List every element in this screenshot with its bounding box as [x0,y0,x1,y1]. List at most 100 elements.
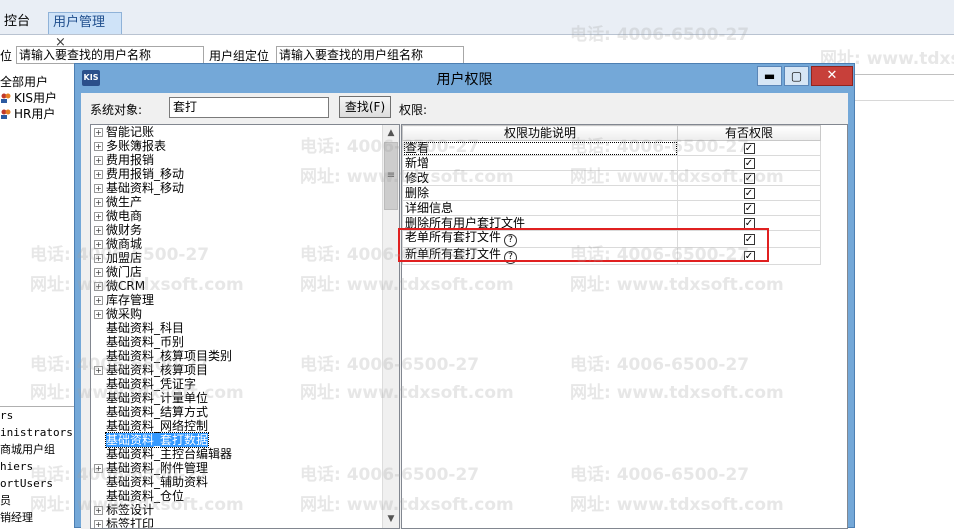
tree-node[interactable]: 基础资料_仓位 [94,489,384,503]
expand-icon[interactable]: + [94,310,103,319]
tab-console-label: 控台 [4,14,31,29]
list-item[interactable]: hiers [0,458,74,475]
tree-node[interactable]: + 费用报销 [94,153,384,167]
list-item[interactable]: 商城用户组 [0,441,74,458]
tree-node-label: 微生产 [106,195,143,209]
tree-node-label: 基础资料_核算项目类别 [106,349,233,363]
expand-icon[interactable]: + [94,282,103,291]
tree-node[interactable]: + 标签设计 [94,503,384,517]
scroll-thumb[interactable]: ≡ [384,142,398,210]
table-row[interactable]: 修改 ✓ [402,170,821,186]
tree-node[interactable]: 基础资料_科目 [94,321,384,335]
permission-checkbox[interactable]: ✓ [743,142,755,154]
scroll-down-icon[interactable]: ▼ [383,511,399,528]
tab-console[interactable]: 控台 [0,12,34,34]
table-row[interactable]: 删除 ✓ [402,185,821,201]
dialog-titlebar[interactable]: KIS 用户权限 ▬ ▢ ✕ [75,64,854,92]
group-locate-input[interactable]: 请输入要查找的用户组名称 [276,46,464,64]
tree-node[interactable]: 基础资料_主控台编辑器 [94,447,384,461]
annotation-highlight-box [398,228,769,262]
expand-icon[interactable]: + [94,198,103,207]
expand-icon[interactable]: + [94,142,103,151]
permission-check-cell: ✓ [677,170,821,186]
table-row[interactable]: 查看 ✓ [402,140,821,156]
permission-checkbox[interactable]: ✓ [743,157,755,169]
tree-item-label: HR用户 [14,107,56,121]
tree-node[interactable]: + 微财务 [94,223,384,237]
tree-node[interactable]: + 微商城 [94,237,384,251]
tree-node[interactable]: + 微电商 [94,209,384,223]
table-row[interactable]: 详细信息 ✓ [402,200,821,216]
tree-node[interactable]: 基础资料_币别 [94,335,384,349]
expand-icon[interactable]: + [94,254,103,263]
tree-node[interactable]: + 基础资料_附件管理 [94,461,384,475]
tree-node-label: 智能记账 [106,125,155,139]
expand-icon[interactable]: + [94,506,103,515]
tree-node[interactable]: + 微采购 [94,307,384,321]
expand-icon[interactable]: + [94,296,103,305]
permission-function-label: 详细信息 [405,200,454,215]
tree-node[interactable]: + 库存管理 [94,293,384,307]
list-item[interactable]: ortUsers [0,475,74,492]
permission-checkbox[interactable]: ✓ [743,202,755,214]
tree-node[interactable]: + 标签打印 [94,517,384,528]
permission-checkbox[interactable]: ✓ [743,187,755,199]
find-button[interactable]: 查找(F) [339,96,391,118]
tree-node[interactable]: + 加盟店 [94,251,384,265]
tree-scrollbar[interactable]: ▲ ≡ ▼ [382,125,399,528]
tree-node-label: 基础资料_仓位 [106,489,185,503]
permission-checkbox[interactable]: ✓ [743,172,755,184]
tree-node[interactable]: 基础资料_核算项目类别 [94,349,384,363]
system-object-input[interactable]: 套打 [169,97,329,118]
tree-node[interactable]: + 智能记账 [94,125,384,139]
tree-node[interactable]: 基础资料_结算方式 [94,405,384,419]
tree-node[interactable]: 基础资料_辅助资料 [94,475,384,489]
tree-node[interactable]: 基础资料_网络控制 [94,419,384,433]
expand-icon[interactable]: + [94,212,103,221]
tree-node[interactable]: + 微CRM [94,279,384,293]
tree-node[interactable]: + 微门店 [94,265,384,279]
user-group-icon [1,109,11,119]
tree-node[interactable]: 基础资料_凭证字 [94,377,384,391]
tab-bar: 控台 用户管理× [0,0,954,50]
expand-icon[interactable]: + [94,226,103,235]
expand-icon[interactable]: + [94,184,103,193]
group-locate-label: 用户组定位 [209,49,270,63]
close-button[interactable]: ✕ [811,66,853,86]
tree-item-hr-users[interactable]: HR用户 [0,106,74,122]
list-item[interactable]: inistrators [0,424,74,441]
tree-node[interactable]: + 多账簿报表 [94,139,384,153]
permission-function-cell: 删除 [402,185,678,201]
tree-node[interactable]: 基础资料_计量单位 [94,391,384,405]
column-header-function[interactable]: 权限功能说明 [402,125,678,141]
tree-node[interactable]: + 费用报销_移动 [94,167,384,181]
tree-node[interactable]: + 微生产 [94,195,384,209]
permission-grid: 权限功能说明 有否权限 查看 ✓ 新增 ✓ 修改 ✓ 删除 ✓ 详细信息 ✓ 删除所有用户套打文件 ✓… [401,124,848,529]
tree-item-all-users[interactable]: 全部用户 [0,74,74,90]
table-row[interactable]: 新增 ✓ [402,155,821,171]
tree-node[interactable]: 基础资料_套打数据 [94,432,384,448]
list-item[interactable]: rs [0,407,74,424]
tree-node-label: 基础资料_主控台编辑器 [106,447,233,461]
tree-node-label: 多账簿报表 [106,139,167,153]
list-item[interactable]: 销经理 [0,509,74,526]
maximize-button[interactable]: ▢ [784,66,809,86]
scroll-up-icon[interactable]: ▲ [383,125,399,142]
expand-icon[interactable]: + [94,464,103,473]
tree-items: + 智能记账 + 多账簿报表 + 费用报销 + 费用报销_移动 + 基础资料_移动 + 微生产 + 微电商… [94,125,384,528]
minimize-button[interactable]: ▬ [757,66,782,86]
expand-icon[interactable]: + [94,156,103,165]
tree-node[interactable]: + 基础资料_核算项目 [94,363,384,377]
column-header-permission[interactable]: 有否权限 [677,125,821,141]
permission-checkbox[interactable]: ✓ [743,217,755,229]
expand-icon[interactable]: + [94,268,103,277]
expand-icon[interactable]: + [94,366,103,375]
expand-icon[interactable]: + [94,240,103,249]
tab-user-management[interactable]: 用户管理× [48,12,122,50]
expand-icon[interactable]: + [94,170,103,179]
tree-node[interactable]: + 基础资料_移动 [94,181,384,195]
user-locate-input[interactable]: 请输入要查找的用户名称 [16,46,204,64]
tree-item-kis-users[interactable]: KIS用户 [0,90,74,106]
list-item[interactable]: 员 [0,492,74,509]
expand-icon[interactable]: + [94,128,103,137]
